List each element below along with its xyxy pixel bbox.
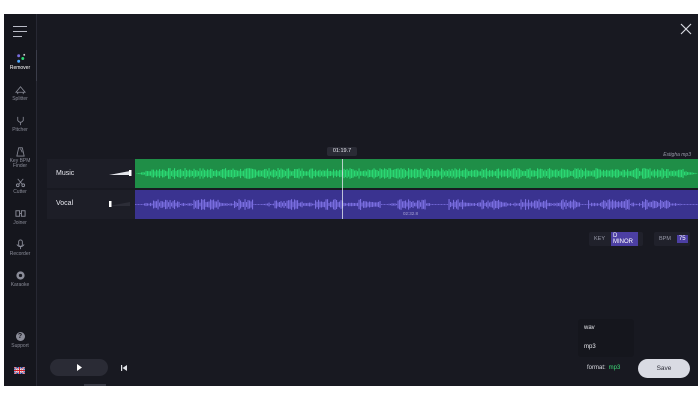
sidebar-item-label: Recorder: [9, 251, 31, 257]
splitter-icon: [14, 86, 26, 95]
cutter-icon: [15, 178, 25, 188]
sidebar-item-label: Remover: [9, 65, 31, 71]
pitcher-icon: [16, 116, 24, 126]
sidebar-item-splitter[interactable]: Splitter: [4, 81, 36, 112]
question-icon: ?: [15, 332, 25, 341]
format-selector[interactable]: format: mp3: [587, 365, 620, 371]
key-label: KEY: [594, 236, 606, 242]
music-volume-slider[interactable]: [109, 170, 132, 176]
playhead[interactable]: [342, 159, 343, 219]
karaoke-icon: [15, 271, 25, 280]
skip-back-icon[interactable]: [120, 364, 128, 372]
vocal-time-marker: 02:32.8: [403, 211, 419, 216]
music-track-label: Music: [56, 170, 75, 177]
format-option-mp3[interactable]: mp3: [584, 344, 596, 350]
sidebar-item-pitcher[interactable]: Pitcher: [4, 112, 36, 143]
close-icon[interactable]: [680, 23, 692, 35]
remover-icon: [16, 53, 25, 63]
sidebar-item-label: Joiner: [13, 220, 27, 226]
music-waveform[interactable]: [135, 159, 698, 188]
key-bpm-icon: [15, 147, 25, 157]
file-name: Estigha mp3: [663, 152, 691, 158]
track-area: Music Vocal: [47, 159, 698, 219]
key-box: KEY D MINOR: [589, 232, 643, 246]
scrollbar[interactable]: [84, 384, 106, 386]
bpm-label: BPM: [659, 236, 671, 242]
format-dropdown: wav mp3: [578, 319, 634, 357]
sidebar-item-label: Cutter: [13, 189, 27, 195]
app-window: Remover Splitter Pitcher Key BPM Finder …: [4, 14, 698, 386]
sidebar-item-cutter[interactable]: Cutter: [4, 174, 36, 205]
sidebar-item-label: Key BPM Finder: [9, 158, 31, 169]
uk-flag-icon[interactable]: [14, 367, 25, 374]
key-value: D MINOR: [611, 232, 638, 246]
hamburger-menu-icon[interactable]: [13, 26, 27, 38]
sidebar-item-label: Pitcher: [12, 127, 28, 133]
vocal-track-label: Vocal: [56, 200, 74, 207]
sidebar: Remover Splitter Pitcher Key BPM Finder …: [4, 14, 37, 386]
sidebar-item-key-bpm-finder[interactable]: Key BPM Finder: [4, 143, 36, 174]
sidebar-item-karaoke[interactable]: Karaoke: [4, 267, 36, 298]
bpm-value: 75: [676, 235, 688, 243]
sidebar-item-remover[interactable]: Remover: [4, 50, 37, 81]
play-button[interactable]: [50, 359, 108, 376]
format-label: format:: [587, 365, 606, 371]
sidebar-item-support[interactable]: ? Support: [4, 332, 36, 349]
play-icon: [77, 364, 82, 371]
sidebar-nav: Remover Splitter Pitcher Key BPM Finder …: [4, 50, 37, 298]
sidebar-item-joiner[interactable]: Joiner: [4, 205, 36, 236]
joiner-icon: [14, 210, 26, 217]
recorder-icon: [15, 239, 25, 250]
bpm-box: BPM 75: [654, 232, 690, 246]
vocal-volume-slider[interactable]: [109, 201, 132, 207]
sidebar-item-label: Splitter: [12, 96, 28, 102]
support-label: Support: [11, 343, 29, 349]
playhead-time: 01:19.7: [327, 147, 357, 156]
save-button[interactable]: Save: [638, 359, 690, 378]
format-option-wav[interactable]: wav: [584, 325, 595, 331]
sidebar-item-recorder[interactable]: Recorder: [4, 236, 36, 267]
format-value: mp3: [608, 365, 621, 371]
sidebar-item-label: Karaoke: [10, 282, 30, 288]
